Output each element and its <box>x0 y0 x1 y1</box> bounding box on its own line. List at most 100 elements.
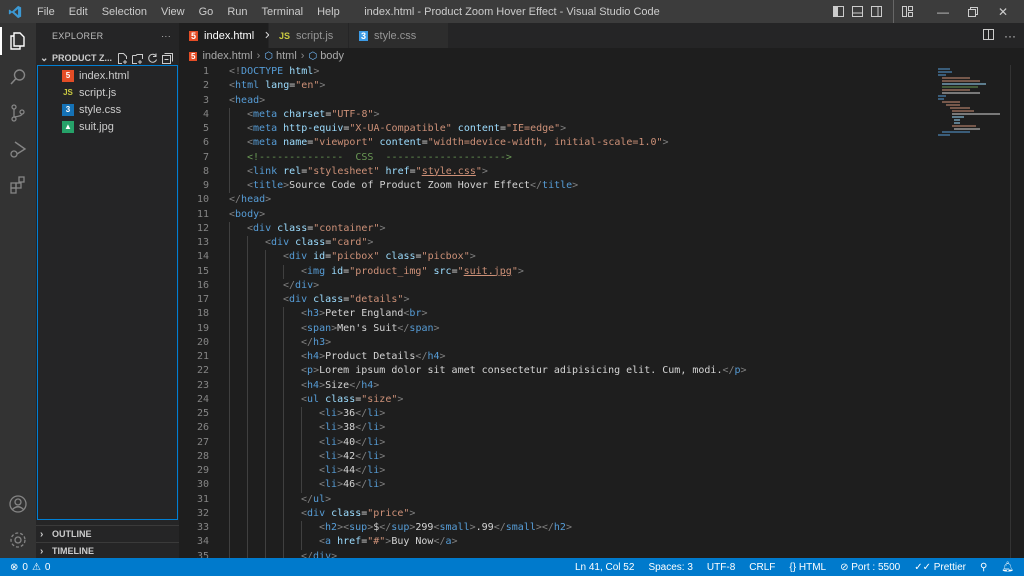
problems-indicator[interactable]: ⊗ 0 ⚠ 0 <box>0 562 50 573</box>
settings-gear-icon[interactable] <box>0 522 36 558</box>
file-item[interactable]: ▲ suit.jpg <box>38 118 177 135</box>
line-number: 18 <box>196 308 209 320</box>
code-line: 18 <h3>Peter England<br> <box>179 307 929 322</box>
split-editor-icon[interactable] <box>983 28 994 43</box>
indent-guide <box>229 164 230 179</box>
tab-style-css[interactable]: 3 style.css <box>349 23 449 48</box>
line-number: 5 <box>202 123 209 134</box>
code-text: <li>42</li> <box>209 449 385 464</box>
line-number: 35 <box>196 550 209 559</box>
indent-guide <box>229 449 230 464</box>
indent-guide <box>247 492 248 507</box>
code-editor[interactable]: 1 <!DOCTYPE html> 2 <html lang="en"> 3 <head>… <box>179 65 929 558</box>
code-text: <h2><sup>$</sup>299<small>.99</small></h… <box>209 521 572 536</box>
minimap[interactable] <box>920 65 1010 558</box>
run-debug-icon[interactable] <box>0 131 36 167</box>
indent-guide <box>265 478 266 493</box>
code-line: 13 <div class="card"> <box>179 236 929 251</box>
indent-guide <box>247 236 248 251</box>
indent-guide <box>247 549 248 558</box>
menu-run[interactable]: Run <box>220 6 254 18</box>
code-text: <a href="#">Buy Now</a> <box>209 535 458 550</box>
new-file-icon[interactable] <box>117 52 128 64</box>
indent-guide <box>265 521 266 536</box>
toggle-panel-icon[interactable] <box>849 0 865 23</box>
file-type-icon: 3 <box>62 103 74 116</box>
indent-guide <box>283 407 284 422</box>
search-icon[interactable] <box>0 59 36 95</box>
feedback-icon[interactable]: ⚲ <box>980 562 987 573</box>
outline-section[interactable]: › OUTLINE <box>36 525 179 542</box>
indent-guide <box>247 378 248 393</box>
restore-button[interactable] <box>958 0 988 23</box>
line-number: 20 <box>196 336 209 348</box>
live-server-port[interactable]: ⊘ Port : 5500 <box>840 562 900 573</box>
new-folder-icon[interactable] <box>132 53 143 64</box>
toggle-secondary-sidebar-icon[interactable] <box>868 0 884 23</box>
indent-guide <box>229 478 230 493</box>
menu-file[interactable]: File <box>30 6 62 18</box>
vertical-scrollbar[interactable] <box>1010 65 1024 558</box>
code-line: 2 <html lang="en"> <box>179 79 929 93</box>
file-name: suit.jpg <box>79 120 114 133</box>
indent-guide <box>265 449 266 464</box>
code-line: 3 <head> <box>179 94 929 108</box>
file-item[interactable]: 5 index.html <box>38 67 177 84</box>
menu-help[interactable]: Help <box>310 6 347 18</box>
indent-guide <box>283 506 284 521</box>
file-item[interactable]: 3 style.css <box>38 101 177 118</box>
customize-layout-icon[interactable] <box>893 0 915 23</box>
breadcrumb-item[interactable]: html <box>276 50 297 62</box>
toggle-primary-sidebar-icon[interactable] <box>830 0 846 23</box>
code-text: <div class="card"> <box>209 236 373 251</box>
encoding[interactable]: UTF-8 <box>707 562 735 573</box>
chevron-down-icon: ⌄ <box>40 52 49 64</box>
menu-terminal[interactable]: Terminal <box>255 6 311 18</box>
menu-selection[interactable]: Selection <box>95 6 154 18</box>
line-number: 33 <box>196 522 209 533</box>
line-number: 23 <box>196 379 209 391</box>
file-tree: 5 index.html JS script.js 3 style.css ▲ suit.jp… <box>37 65 178 520</box>
code-text: <p>Lorem ipsum dolor sit amet consectetu… <box>209 364 747 379</box>
code-text: <meta http-equiv="X-UA-Compatible" conte… <box>209 122 566 137</box>
tab-label: style.css <box>374 29 417 42</box>
menu-go[interactable]: Go <box>192 6 221 18</box>
file-type-icon: 3 <box>359 30 369 41</box>
end-of-line[interactable]: CRLF <box>749 562 775 573</box>
tab-index-html[interactable]: 5index.html✕ <box>179 23 273 48</box>
cursor-position[interactable]: Ln 41, Col 52 <box>575 562 635 573</box>
more-actions-icon[interactable]: ··· <box>161 31 171 41</box>
tab-script-js[interactable]: JS script.js <box>269 23 349 48</box>
prettier-status[interactable]: ✓✓ Prettier <box>914 562 966 573</box>
indent-guide <box>301 407 302 422</box>
refresh-icon[interactable] <box>147 53 158 64</box>
breadcrumb-item[interactable]: index.html <box>202 50 252 62</box>
collapse-all-icon[interactable] <box>162 52 173 64</box>
language-mode[interactable]: {} HTML <box>789 562 826 573</box>
code-line: 28 <li>42</li> <box>179 449 929 464</box>
explorer-icon[interactable] <box>0 23 36 59</box>
explorer-sidebar: EXPLORER ··· ⌄ PRODUCT Z... 5 index.html J… <box>36 23 179 558</box>
code-text: <body> <box>229 208 266 220</box>
menu-edit[interactable]: Edit <box>62 6 95 18</box>
indent-guide <box>247 350 248 365</box>
code-line: 34 <a href="#">Buy Now</a> <box>179 535 929 550</box>
file-name: script.js <box>79 86 117 99</box>
indent-guide <box>229 321 230 336</box>
file-item[interactable]: JS script.js <box>38 84 177 101</box>
line-number: 13 <box>196 237 209 248</box>
menu-view[interactable]: View <box>154 6 192 18</box>
extensions-icon[interactable] <box>0 167 36 203</box>
indentation[interactable]: Spaces: 3 <box>648 562 692 573</box>
indent-guide <box>265 535 266 550</box>
breadcrumb-item[interactable]: body <box>320 50 344 62</box>
timeline-section[interactable]: › TIMELINE <box>36 542 179 559</box>
more-actions-icon[interactable]: ··· <box>1004 29 1016 43</box>
notifications-bell-icon[interactable]: 🔔︎ <box>1001 562 1014 573</box>
account-icon[interactable] <box>0 486 36 522</box>
close-window-button[interactable]: ✕ <box>988 0 1018 23</box>
line-number: 30 <box>196 479 209 491</box>
source-control-icon[interactable] <box>0 95 36 131</box>
minimize-button[interactable]: — <box>928 0 958 23</box>
file-name: style.css <box>79 103 122 116</box>
